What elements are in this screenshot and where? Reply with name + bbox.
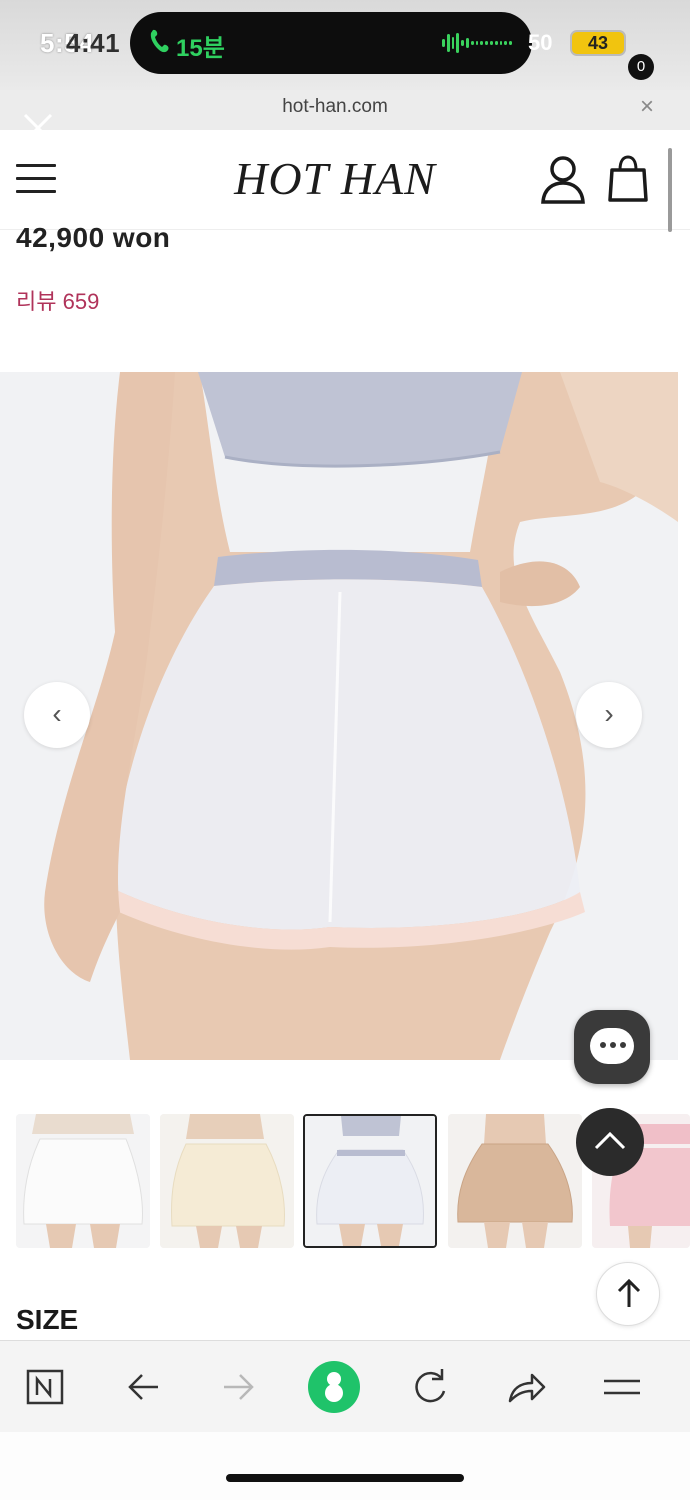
share-icon[interactable] <box>502 1363 550 1411</box>
battery-level: 43 <box>587 33 609 53</box>
home-icon[interactable] <box>306 1359 362 1415</box>
cart-count-badge: 0 <box>628 54 654 80</box>
next-image-button[interactable]: › <box>576 682 642 748</box>
url-text[interactable]: hot-han.com <box>0 96 670 118</box>
thumbnail-1[interactable] <box>16 1114 150 1248</box>
scroll-top-button[interactable] <box>576 1108 644 1176</box>
naver-icon[interactable] <box>22 1363 70 1411</box>
review-count-link[interactable]: 리뷰 659 <box>16 284 99 316</box>
url-close-icon[interactable]: × <box>640 93 654 121</box>
size-section-title: SIZE <box>16 1304 79 1335</box>
reload-icon[interactable] <box>406 1363 454 1411</box>
home-indicator[interactable] <box>226 1474 464 1482</box>
bottom-safe-area <box>0 1432 690 1500</box>
scroll-up-button[interactable] <box>596 1262 660 1326</box>
battery-icon: 43 <box>570 30 626 56</box>
status-time-ghost: 4:41 <box>66 28 121 58</box>
arrow-up-icon <box>617 1278 641 1307</box>
scroll-indicator <box>668 148 672 232</box>
prev-image-button[interactable]: ‹ <box>24 682 90 748</box>
status-bar: 5:54 4:41 15분 50 43 <box>0 0 690 90</box>
back-icon[interactable] <box>120 1363 168 1411</box>
dynamic-island[interactable]: 15분 <box>130 12 532 74</box>
phone-call-icon <box>150 29 169 53</box>
chat-button[interactable] <box>574 1010 650 1084</box>
chevron-up-icon <box>594 1131 626 1150</box>
user-icon[interactable] <box>540 154 586 206</box>
browser-toolbar <box>0 1340 690 1432</box>
forward-icon[interactable] <box>214 1363 262 1411</box>
site-header: HOT HAN <box>0 130 690 230</box>
thumbnail-3-selected[interactable] <box>303 1114 437 1248</box>
chat-dots-icon <box>600 1042 626 1050</box>
menu-icon[interactable] <box>598 1363 646 1411</box>
status-time: 5:54 4:41 <box>40 28 120 59</box>
audio-wave-icon <box>442 32 512 54</box>
url-bar[interactable]: hot-han.com × <box>0 90 690 130</box>
call-duration: 15분 <box>176 35 225 62</box>
product-price: 42,900 won <box>16 222 171 253</box>
thumbnail-2[interactable] <box>160 1114 294 1248</box>
shopping-bag-icon[interactable] <box>606 154 654 208</box>
thumbnail-4[interactable] <box>448 1114 582 1248</box>
status-indicator: 50 <box>528 30 553 55</box>
